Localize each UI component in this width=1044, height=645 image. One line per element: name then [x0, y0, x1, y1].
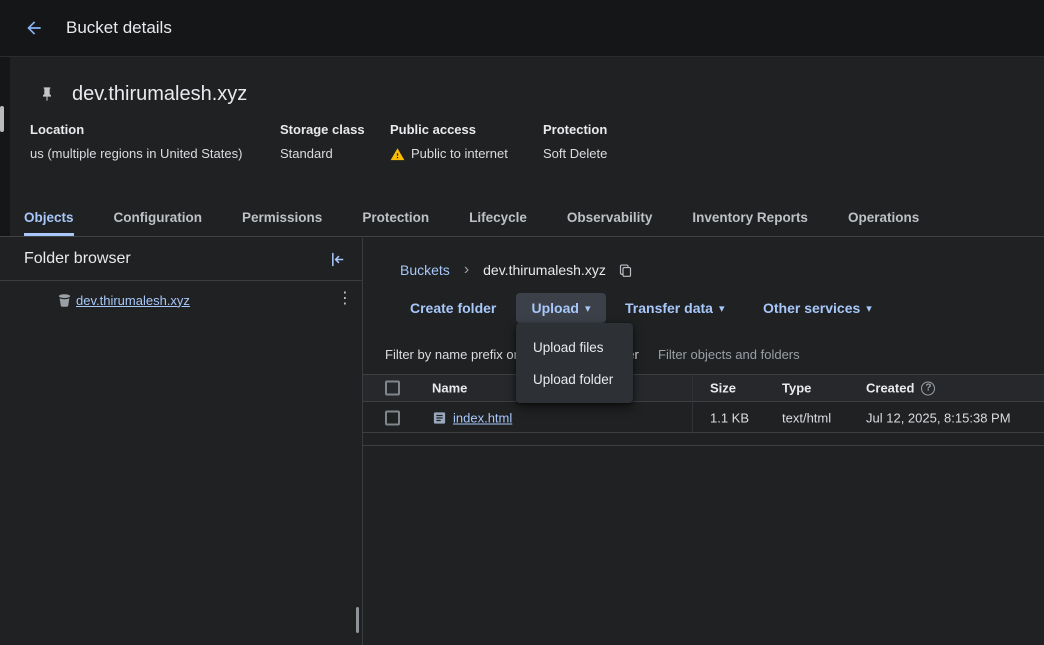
tab-observability[interactable]: Observability: [567, 199, 653, 236]
more-options-icon[interactable]: ⋮: [337, 289, 353, 309]
tab-permissions[interactable]: Permissions: [242, 199, 322, 236]
bucket-icon: [57, 293, 72, 308]
folder-browser-panel: Folder browser dev.thirumalesh.xyz ⋮: [0, 238, 363, 645]
prefix-filter-label: Filter by name prefix only: [385, 347, 530, 362]
left-scrollbar[interactable]: [0, 106, 4, 132]
topbar: Bucket details: [0, 0, 1044, 57]
row-checkbox[interactable]: [385, 410, 400, 425]
menu-item-upload-folder[interactable]: Upload folder: [516, 363, 633, 395]
column-header-created: Created ?: [866, 381, 935, 396]
tab-protection[interactable]: Protection: [362, 199, 429, 236]
checkbox-icon: [385, 381, 400, 396]
tab-configuration[interactable]: Configuration: [114, 199, 202, 236]
meta-label: Protection: [543, 122, 607, 138]
help-icon[interactable]: ?: [921, 381, 935, 395]
menu-item-upload-files[interactable]: Upload files: [516, 331, 633, 363]
tab-bar: Objects Configuration Permissions Protec…: [0, 199, 1044, 237]
select-all-checkbox[interactable]: [385, 381, 400, 396]
meta-value: Standard: [280, 145, 365, 163]
object-size: 1.1 KB: [710, 410, 749, 425]
meta-value: us (multiple regions in United States): [30, 145, 242, 163]
table-header-row: Name Size Type Created ?: [363, 374, 1044, 402]
transfer-data-button[interactable]: Transfer data ▾: [613, 293, 736, 323]
folder-browser-header: Folder browser: [0, 238, 362, 281]
upload-label: Upload: [532, 300, 579, 316]
meta-value: Public to internet: [390, 145, 508, 163]
warning-icon: [390, 147, 405, 162]
upload-menu: Upload files Upload folder: [516, 323, 633, 403]
created-label: Created: [866, 381, 914, 396]
column-divider: [692, 374, 693, 434]
tab-objects[interactable]: Objects: [24, 199, 74, 236]
meta-label: Location: [30, 122, 242, 138]
column-header-name: Name: [432, 381, 467, 396]
tab-lifecycle[interactable]: Lifecycle: [469, 199, 527, 236]
pin-icon: [39, 86, 55, 107]
collapse-left-icon: [329, 251, 346, 268]
page-title: Bucket details: [66, 18, 172, 38]
meta-storage-class: Storage class Standard: [280, 122, 365, 163]
other-services-label: Other services: [763, 300, 860, 316]
breadcrumb-current: dev.thirumalesh.xyz: [483, 262, 606, 278]
caret-down-icon: ▾: [585, 302, 591, 315]
meta-label: Storage class: [280, 122, 365, 138]
table-row[interactable]: index.html 1.1 KB text/html Jul 12, 2025…: [363, 403, 1044, 433]
bucket-link[interactable]: dev.thirumalesh.xyz: [76, 293, 190, 308]
create-folder-button[interactable]: Create folder: [398, 293, 508, 323]
create-folder-label: Create folder: [410, 300, 496, 316]
column-header-type: Type: [782, 381, 811, 396]
meta-public-access: Public access Public to internet: [390, 122, 508, 163]
bucket-name: dev.thirumalesh.xyz: [72, 83, 247, 106]
file-icon: [432, 410, 447, 425]
tab-inventory-reports[interactable]: Inventory Reports: [692, 199, 808, 236]
breadcrumb-buckets-link[interactable]: Buckets: [400, 262, 450, 278]
collapse-panel-button[interactable]: [329, 251, 346, 268]
breadcrumb: Buckets › dev.thirumalesh.xyz: [400, 256, 633, 284]
bucket-tree-item[interactable]: dev.thirumalesh.xyz ⋮: [0, 284, 362, 316]
column-header-size: Size: [710, 381, 736, 396]
table-bottom-divider: [363, 445, 1044, 446]
filter-bar: Filter by name prefix only ▾ Filter Filt…: [363, 334, 1044, 374]
objects-panel: Buckets › dev.thirumalesh.xyz Create fol…: [363, 238, 1044, 645]
folder-browser-title: Folder browser: [24, 250, 131, 268]
copy-icon[interactable]: [618, 263, 633, 278]
meta-location: Location us (multiple regions in United …: [30, 122, 242, 163]
meta-value-text: Public to internet: [411, 145, 508, 163]
meta-label: Public access: [390, 122, 508, 138]
caret-down-icon: ▾: [866, 302, 872, 315]
checkbox-icon: [385, 410, 400, 425]
transfer-data-label: Transfer data: [625, 300, 713, 316]
object-created: Jul 12, 2025, 8:15:38 PM: [866, 410, 1011, 425]
tab-operations[interactable]: Operations: [848, 199, 919, 236]
chevron-right-icon: ›: [464, 261, 469, 279]
meta-protection: Protection Soft Delete: [543, 122, 607, 163]
other-services-button[interactable]: Other services ▾: [751, 293, 884, 323]
object-type: text/html: [782, 410, 831, 425]
object-link[interactable]: index.html: [453, 410, 512, 425]
filter-input[interactable]: Filter objects and folders: [658, 334, 800, 374]
upload-button[interactable]: Upload ▾: [516, 293, 606, 323]
caret-down-icon: ▾: [719, 302, 725, 315]
back-button[interactable]: [20, 14, 48, 42]
meta-value: Soft Delete: [543, 145, 607, 163]
arrow-left-icon: [24, 18, 44, 38]
panel-scrollbar[interactable]: [356, 607, 359, 633]
